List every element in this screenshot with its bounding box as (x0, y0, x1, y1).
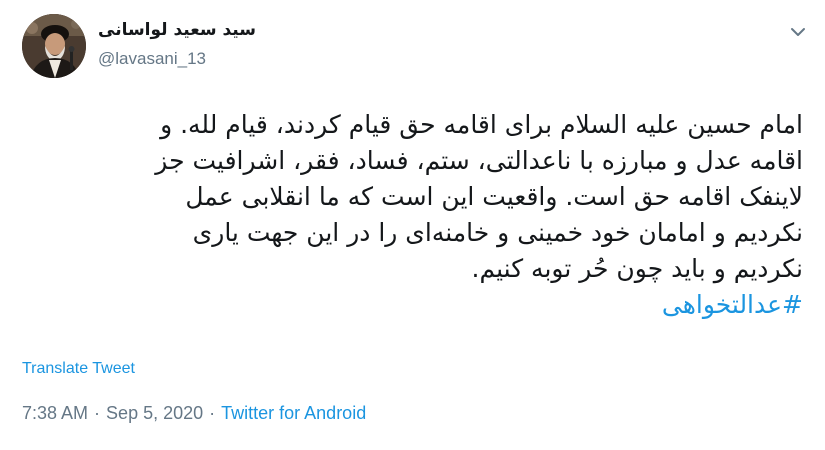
tweet-text: امام حسین علیه السلام برای اقامه حق قیام… (18, 107, 803, 323)
tweet-source-link[interactable]: Twitter for Android (221, 403, 366, 423)
tweet-metadata: 7:38 AM · Sep 5, 2020 · Twitter for Android (22, 403, 366, 424)
user-info: سید سعید لواسانی @lavasani_13 (98, 18, 256, 70)
hashtag-link[interactable]: #عدالتخواهی (18, 287, 803, 323)
meta-separator: · (94, 403, 101, 423)
meta-separator: · (209, 403, 216, 423)
profile-photo (22, 14, 86, 78)
divider (0, 392, 825, 393)
display-name[interactable]: سید سعید لواسانی (98, 18, 256, 42)
tweet-time[interactable]: 7:38 AM (22, 403, 88, 423)
translate-tweet-link[interactable]: Translate Tweet (22, 360, 135, 378)
tweet-line: لاینفک اقامه حق است. واقعیت این است که م… (185, 182, 803, 211)
tweet-date[interactable]: Sep 5, 2020 (106, 403, 203, 423)
tweet-line: نکردیم و باید چون حُر توبه کنیم. (471, 254, 803, 283)
avatar[interactable] (22, 14, 86, 78)
user-handle[interactable]: @lavasani_13 (98, 48, 256, 70)
tweet-card: سید سعید لواسانی @lavasani_13 امام حسین … (0, 0, 825, 450)
chevron-down-icon[interactable] (788, 22, 808, 42)
tweet-line: امام حسین علیه السلام برای اقامه حق قیام… (160, 110, 803, 139)
tweet-line: اقامه عدل و مبارزه با ناعدالتی، ستم، فسا… (155, 146, 803, 175)
tweet-line: نکردیم و امامان خود خمینی و خامنه‌ای را … (192, 218, 803, 247)
